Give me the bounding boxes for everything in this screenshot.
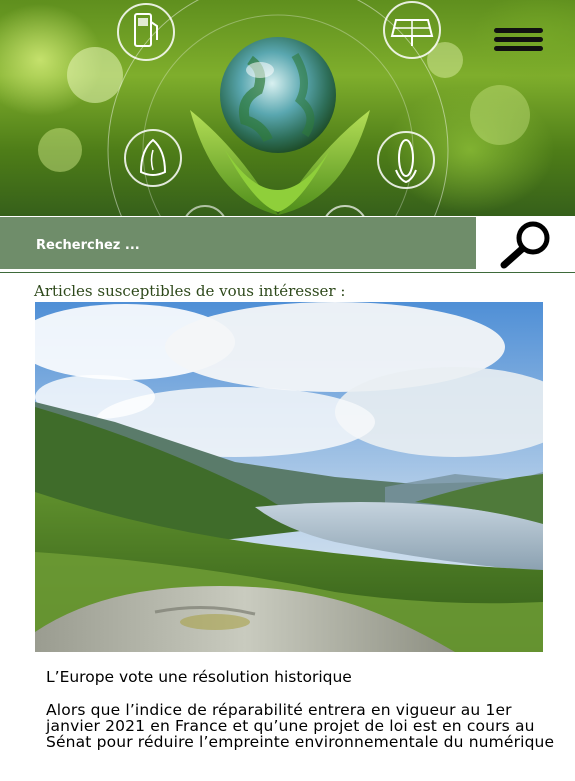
search-icon bbox=[500, 221, 550, 269]
hamburger-menu-icon[interactable] bbox=[494, 28, 543, 52]
divider bbox=[0, 272, 575, 273]
search-input[interactable] bbox=[34, 231, 458, 259]
earth-globe-icon bbox=[220, 37, 336, 153]
search-button[interactable] bbox=[476, 217, 575, 269]
fuel-pump-icon bbox=[117, 3, 175, 61]
search-bar bbox=[0, 217, 476, 269]
section-title: Articles susceptibles de vous intéresser… bbox=[34, 282, 346, 300]
water-leaf-icon bbox=[124, 129, 182, 187]
menu-line bbox=[494, 28, 543, 33]
corn-icon bbox=[377, 131, 435, 189]
solar-panel-icon bbox=[383, 1, 441, 59]
menu-line bbox=[494, 46, 543, 51]
article-image[interactable] bbox=[35, 302, 543, 652]
hero-illustration bbox=[38, 0, 530, 216]
article-excerpt: Alors que l’indice de réparabilité entre… bbox=[46, 701, 555, 751]
menu-line bbox=[494, 37, 543, 42]
landscape-photo bbox=[35, 302, 543, 652]
hero-banner bbox=[0, 0, 575, 216]
article-title[interactable]: L’Europe vote une résolution historique bbox=[46, 669, 556, 685]
